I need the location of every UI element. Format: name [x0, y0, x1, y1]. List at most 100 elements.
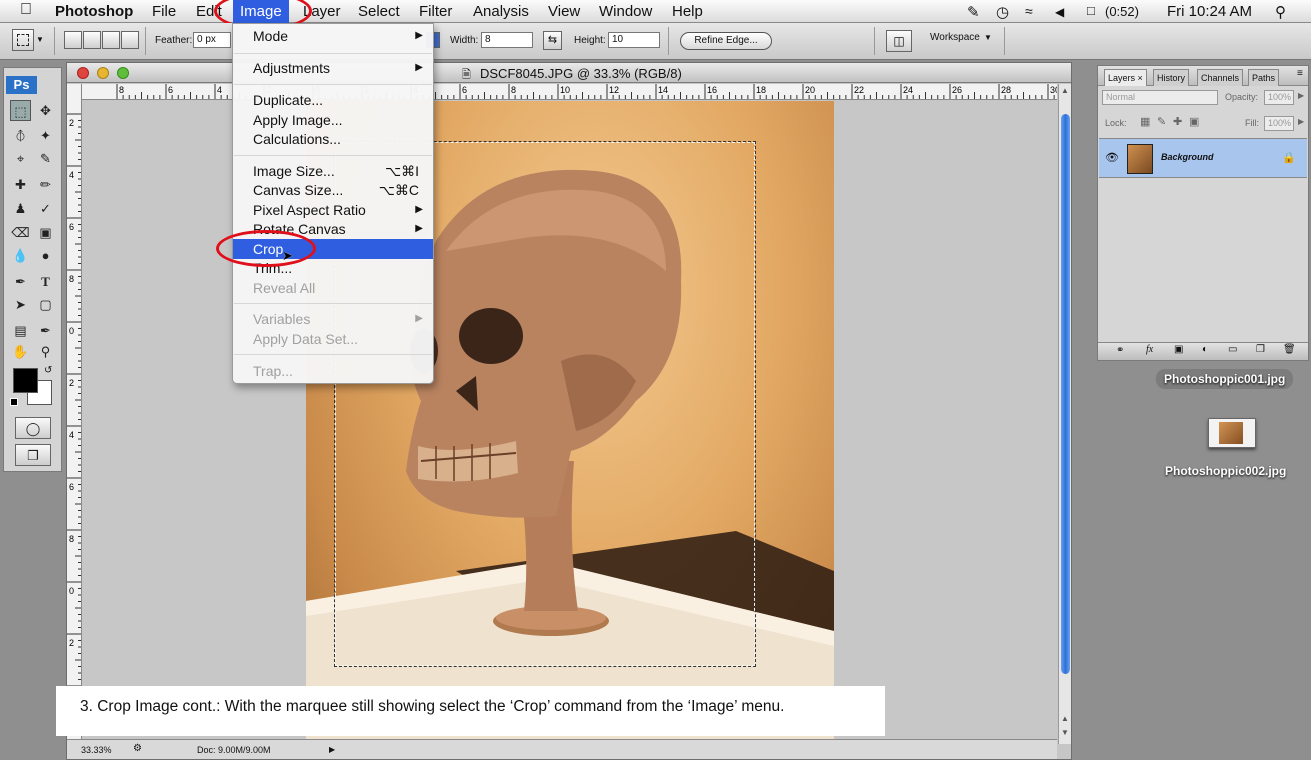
menu-layer[interactable]: Layer [303, 3, 341, 20]
menu-item-image-size[interactable]: Image Size... ⌥⌘I [233, 161, 433, 181]
menu-select[interactable]: Select [358, 3, 400, 20]
lock-position-icon[interactable]: ✚ [1173, 115, 1182, 128]
menu-item-pixel-aspect-ratio[interactable]: Pixel Aspect Ratio ▶ [233, 200, 433, 220]
menu-analysis[interactable]: Analysis [473, 3, 529, 20]
gradient-tool-icon[interactable]: ▣ [35, 222, 56, 243]
width-input[interactable]: 8 [481, 32, 533, 48]
layer-row-background[interactable]: 👁 Background 🔒 [1099, 138, 1307, 178]
clone-stamp-tool-icon[interactable]: ♟ [10, 198, 31, 219]
time-machine-icon[interactable]: ◷ [996, 3, 1009, 21]
tab-layers[interactable]: Layers × [1104, 69, 1147, 86]
fill-arrow-icon[interactable]: ▶ [1298, 117, 1304, 126]
menu-view[interactable]: View [548, 3, 580, 20]
menu-item-canvas-size[interactable]: Canvas Size... ⌥⌘C [233, 180, 433, 200]
palette-well-icon[interactable]: ◫ [886, 30, 912, 52]
menu-item-rotate-canvas[interactable]: Rotate Canvas ▶ [233, 219, 433, 239]
brush-tool-icon[interactable]: ✏ [35, 174, 56, 195]
tab-history[interactable]: History [1153, 69, 1190, 86]
new-layer-icon[interactable]: ❐ [1256, 344, 1265, 355]
menu-item-adjustments[interactable]: Adjustments ▶ [233, 58, 433, 78]
panel-menu-icon[interactable]: ≡ [1297, 68, 1303, 79]
blend-mode-select[interactable]: Normal [1102, 90, 1218, 105]
type-tool-icon[interactable]: T [35, 271, 56, 292]
hand-tool-icon[interactable]: ✋ [10, 341, 31, 362]
default-colors-icon[interactable] [10, 398, 18, 406]
clock[interactable]: Fri 10:24 AM [1167, 3, 1252, 20]
slice-tool-icon[interactable]: ✎ [35, 148, 56, 169]
pen-tool-icon[interactable]: ✒ [10, 271, 31, 292]
image-file-icon[interactable] [1208, 418, 1256, 448]
menu-filter[interactable]: Filter [419, 3, 452, 20]
swap-dimensions-icon[interactable]: ⇆ [543, 31, 562, 50]
status-menu-arrow-icon[interactable]: ▶ [329, 745, 335, 754]
vertical-ruler[interactable]: 246802468024 [67, 84, 82, 744]
eraser-tool-icon[interactable]: ⌫ [10, 222, 31, 243]
zoom-tool-icon[interactable]: ⚲ [35, 341, 56, 362]
apple-icon[interactable]:  [20, 1, 32, 19]
magic-wand-tool-icon[interactable]: ✦ [35, 125, 56, 146]
menu-window[interactable]: Window [599, 3, 652, 20]
move-tool-icon[interactable]: ✥ [35, 100, 56, 121]
chevron-down-icon[interactable]: ▼ [36, 35, 44, 44]
screen-mode-icon[interactable]: ❐ [15, 444, 51, 466]
lock-transparency-icon[interactable]: ▦ [1140, 115, 1150, 128]
spotlight-search-icon[interactable]: ⚲ [1275, 3, 1286, 21]
canvas-area[interactable] [83, 101, 1057, 739]
menu-item-apply-image[interactable]: Apply Image... [233, 110, 433, 130]
volume-icon[interactable]: ◀ [1055, 5, 1064, 19]
opacity-arrow-icon[interactable]: ▶ [1298, 91, 1304, 100]
feather-input[interactable]: 0 px [193, 32, 231, 48]
script-icon[interactable]: ✎ [967, 3, 980, 21]
desktop-file-label-2[interactable]: Photoshoppic002.jpg [1165, 464, 1286, 478]
rectangle-shape-tool-icon[interactable]: ▢ [35, 294, 56, 315]
foreground-color-swatch[interactable] [13, 368, 38, 393]
healing-brush-tool-icon[interactable]: ✚ [10, 174, 31, 195]
height-input[interactable]: 10 [608, 32, 660, 48]
rectangular-marquee-tool-icon[interactable]: ⬚ [10, 100, 31, 121]
lock-all-icon[interactable]: ▣ [1189, 115, 1199, 128]
menu-item-crop[interactable]: Crop [233, 239, 433, 259]
refine-edge-button[interactable]: Refine Edge... [680, 32, 772, 50]
menu-item-duplicate[interactable]: Duplicate... [233, 90, 433, 110]
menu-image[interactable]: Image [233, 0, 289, 23]
marquee-preset-button[interactable] [12, 29, 34, 51]
minimize-icon[interactable] [97, 67, 109, 79]
adjustment-layer-icon[interactable]: ◐ [1202, 344, 1208, 355]
photoshop-logo[interactable]: Ps [6, 76, 37, 94]
menu-item-mode[interactable]: Mode ▶ [233, 26, 433, 46]
menu-edit[interactable]: Edit [196, 3, 222, 20]
desktop-file-label-1[interactable]: Photoshoppic001.jpg [1156, 369, 1294, 389]
horizontal-ruler[interactable]: 8642024681012141618202224262830 [82, 84, 1057, 100]
lasso-tool-icon[interactable]: ⦽ [10, 125, 31, 146]
history-brush-tool-icon[interactable]: ✓ [35, 198, 56, 219]
scroll-up-icon[interactable]: ▲ [1061, 714, 1069, 723]
eye-icon[interactable]: 👁 [1105, 151, 1119, 164]
workspace-menu[interactable]: Workspace [930, 32, 980, 43]
zoom-level[interactable]: 33.33% [81, 745, 112, 755]
new-group-icon[interactable]: ▭ [1228, 344, 1237, 355]
fill-input[interactable]: 100% [1264, 116, 1294, 131]
menu-item-calculations[interactable]: Calculations... [233, 129, 433, 149]
tab-paths[interactable]: Paths [1248, 69, 1280, 86]
blur-tool-icon[interactable]: 💧 [10, 245, 31, 266]
close-icon[interactable] [77, 67, 89, 79]
eyedropper-tool-icon[interactable]: ✒ [35, 320, 56, 341]
chevron-down-icon[interactable]: ▼ [984, 33, 992, 42]
layer-style-icon[interactable]: fx [1146, 344, 1153, 355]
dodge-tool-icon[interactable]: ● [35, 245, 56, 266]
vertical-scrollbar[interactable]: ▲ ▲ ▼ [1058, 84, 1071, 744]
crop-tool-icon[interactable]: ⌖ [10, 148, 31, 169]
lock-pixels-icon[interactable]: ✎ [1157, 115, 1166, 128]
menu-help[interactable]: Help [672, 3, 703, 20]
scroll-up-icon[interactable]: ▲ [1061, 86, 1069, 95]
scroll-down-icon[interactable]: ▼ [1061, 728, 1069, 737]
new-selection-button[interactable] [64, 31, 82, 49]
menu-app-name[interactable]: Photoshop [55, 3, 133, 20]
wifi-icon[interactable]: ≈ [1025, 3, 1033, 19]
quick-mask-icon[interactable]: ◯ [15, 417, 51, 439]
menu-file[interactable]: File [152, 3, 176, 20]
document-title-bar[interactable]: 🗎 DSCF8045.JPG @ 33.3% (RGB/8) [67, 63, 1071, 83]
layer-mask-icon[interactable]: ▣ [1174, 344, 1183, 355]
battery-icon[interactable]: □ [1087, 3, 1095, 18]
trash-icon[interactable]: 🗑 [1283, 344, 1296, 355]
